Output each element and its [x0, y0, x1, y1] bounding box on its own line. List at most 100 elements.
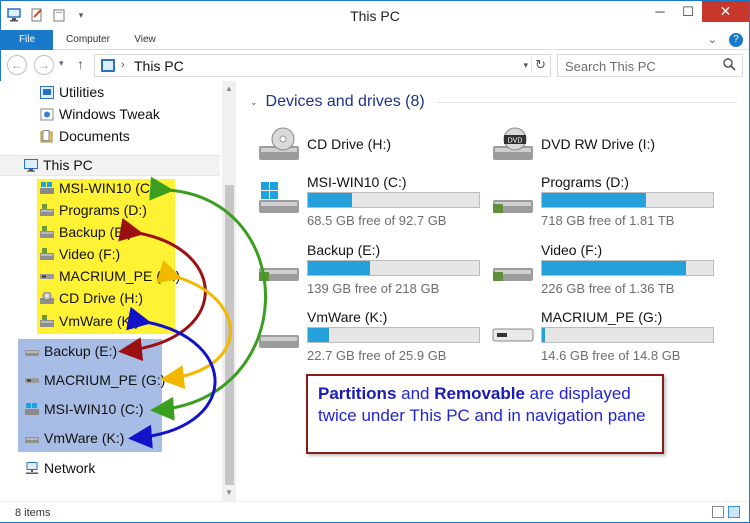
scroll-up-icon[interactable]: ▲	[225, 84, 233, 93]
drive-icon	[40, 314, 54, 327]
nav-label: This PC	[43, 157, 93, 173]
tab-file[interactable]: File	[1, 30, 53, 50]
up-button[interactable]: ↑	[77, 56, 84, 72]
drive-usage-bar	[541, 192, 714, 208]
details-view-icon[interactable]	[712, 506, 724, 518]
drive-usage-fill	[308, 193, 353, 207]
drive-name: MACRIUM_PE (G:)	[541, 309, 663, 325]
nav-item-programs[interactable]: Programs (D:)	[40, 200, 147, 220]
status-bar: 8 items	[0, 501, 748, 522]
maximize-button[interactable]: ☐	[674, 1, 702, 22]
drive-icon	[259, 268, 299, 281]
drive-tile-backup[interactable]: Backup (E:) 139 GB free of 218 GB	[257, 242, 480, 296]
drive-free-space: 68.5 GB free of 92.7 GB	[307, 213, 447, 228]
removable-drive-icon	[25, 377, 39, 383]
nav-item-backup[interactable]: Backup (E:)	[40, 222, 132, 242]
nav-item-macrium-pe[interactable]: MACRIUM_PE (G:)	[40, 266, 180, 286]
window-title: This PC	[350, 8, 400, 24]
nav-label: Video (F:)	[59, 246, 121, 262]
view-switcher	[712, 506, 740, 518]
search-icon[interactable]	[723, 58, 736, 74]
nav-item-cd-drive[interactable]: CD Drive (H:)	[40, 288, 143, 308]
breadcrumb[interactable]: This PC	[134, 58, 184, 74]
drive-free-space: 226 GB free of 1.36 TB	[541, 281, 675, 296]
refresh-icon[interactable]: ↻	[531, 57, 546, 73]
annotation-bold-partitions: Partitions	[318, 384, 397, 403]
nav-scrollbar[interactable]: ▲ ▼	[222, 81, 236, 501]
drive-tile-cd-drive[interactable]: CD Drive (H:)	[257, 122, 477, 176]
title-bar: ▾ This PC ─ ☐ ✕	[1, 1, 749, 30]
drive-icon	[259, 335, 299, 348]
nav-item-documents[interactable]: Documents	[40, 126, 130, 146]
nav-item-network[interactable]: Network	[25, 458, 95, 478]
scroll-down-icon[interactable]: ▼	[225, 488, 233, 497]
help-icon[interactable]: ?	[729, 33, 743, 47]
network-icon	[26, 461, 38, 474]
nav-item-msi-win10[interactable]: MSI-WIN10 (C:)	[40, 178, 159, 198]
drive-name: CD Drive (H:)	[307, 136, 391, 152]
address-dropdown-icon[interactable]: ▾	[523, 60, 528, 71]
dvd-drive-icon: DVD	[493, 127, 533, 160]
collapse-chevron-icon[interactable]: ⌄	[250, 97, 258, 108]
drive-usage-fill	[308, 328, 329, 342]
nav-label: MACRIUM_PE (G:)	[59, 268, 181, 284]
drive-usage-bar	[541, 327, 714, 343]
drive-icon	[493, 268, 533, 281]
drive-free-space: 14.6 GB free of 14.8 GB	[541, 348, 681, 363]
nav-item-msi-win10-2[interactable]: MSI-WIN10 (C:)	[25, 399, 144, 419]
forward-button[interactable]: →	[34, 55, 54, 75]
drive-icon	[40, 225, 54, 238]
drive-name: Video (F:)	[541, 242, 603, 258]
svg-text:DVD: DVD	[508, 138, 523, 145]
ribbon-tabs: File Computer View ⌄ ?	[1, 30, 749, 50]
back-button[interactable]: ←	[7, 55, 27, 75]
nav-item-macrium-pe-2[interactable]: MACRIUM_PE (G:)	[25, 370, 165, 390]
drive-tile-msi-win10[interactable]: MSI-WIN10 (C:) 68.5 GB free of 92.7 GB	[257, 174, 480, 228]
drive-tile-programs[interactable]: Programs (D:) 718 GB free of 1.81 TB	[491, 174, 714, 228]
cd-drive-icon	[40, 291, 54, 304]
drive-name: VmWare (K:)	[307, 309, 388, 325]
nav-label: Network	[44, 460, 96, 476]
nav-item-video[interactable]: Video (F:)	[40, 244, 120, 264]
nav-item-vmware[interactable]: VmWare (K:)	[40, 311, 139, 331]
drive-usage-bar	[541, 260, 714, 276]
nav-item-backup-2[interactable]: Backup (E:)	[25, 341, 117, 361]
close-button[interactable]: ✕	[702, 1, 749, 22]
breadcrumb-chevron-icon[interactable]: ›	[121, 59, 125, 71]
drive-tile-macrium-pe[interactable]: MACRIUM_PE (G:) 14.6 GB free of 14.8 GB	[491, 309, 714, 363]
drive-usage-fill	[308, 261, 370, 275]
tiles-view-icon[interactable]	[728, 506, 740, 518]
drive-usage-fill	[542, 193, 647, 207]
drive-free-space: 718 GB free of 1.81 TB	[541, 213, 675, 228]
address-bar[interactable]: › This PC ▾ ↻	[94, 54, 551, 77]
nav-item-vmware-2[interactable]: VmWare (K:)	[25, 428, 124, 448]
nav-label: Backup (E:)	[44, 343, 118, 359]
nav-item-windows-tweak[interactable]: Windows Tweak	[40, 104, 160, 124]
drive-tile-vmware[interactable]: VmWare (K:) 22.7 GB free of 25.9 GB	[257, 309, 480, 363]
drive-usage-fill	[542, 328, 546, 342]
nav-item-this-pc[interactable]: This PC	[24, 155, 93, 175]
this-pc-icon	[101, 59, 115, 72]
drive-free-space: 139 GB free of 218 GB	[307, 281, 440, 296]
nav-label: MSI-WIN10 (C:)	[59, 180, 159, 196]
group-header-devices[interactable]: ⌄ Devices and drives (8)	[250, 93, 425, 111]
drive-icon	[25, 436, 39, 443]
search-input[interactable]: Search This PC	[557, 54, 743, 77]
drive-icon	[493, 200, 533, 213]
scrollbar-thumb[interactable]	[225, 185, 234, 485]
drive-tile-video[interactable]: Video (F:) 226 GB free of 1.36 TB	[491, 242, 714, 296]
drive-usage-bar	[307, 192, 480, 208]
annotation-bold-removable: Removable	[434, 384, 525, 403]
nav-label: VmWare (K:)	[44, 430, 125, 446]
drive-tile-dvd-rw-drive[interactable]: DVD DVD RW Drive (I:)	[491, 122, 711, 176]
windows-drive-icon	[40, 181, 54, 194]
nav-label: Backup (E:)	[59, 224, 133, 240]
recent-locations-icon[interactable]: ▾	[59, 58, 64, 69]
expand-ribbon-icon[interactable]: ⌄	[708, 33, 717, 47]
minimize-button[interactable]: ─	[646, 1, 674, 22]
tab-view[interactable]: View	[123, 30, 167, 50]
nav-item-utilities[interactable]: Utilities	[40, 82, 104, 102]
annotation-callout: Partitions and Removable are displayed t…	[306, 374, 664, 454]
item-count: 8 items	[15, 507, 51, 519]
tab-computer[interactable]: Computer	[53, 30, 123, 50]
